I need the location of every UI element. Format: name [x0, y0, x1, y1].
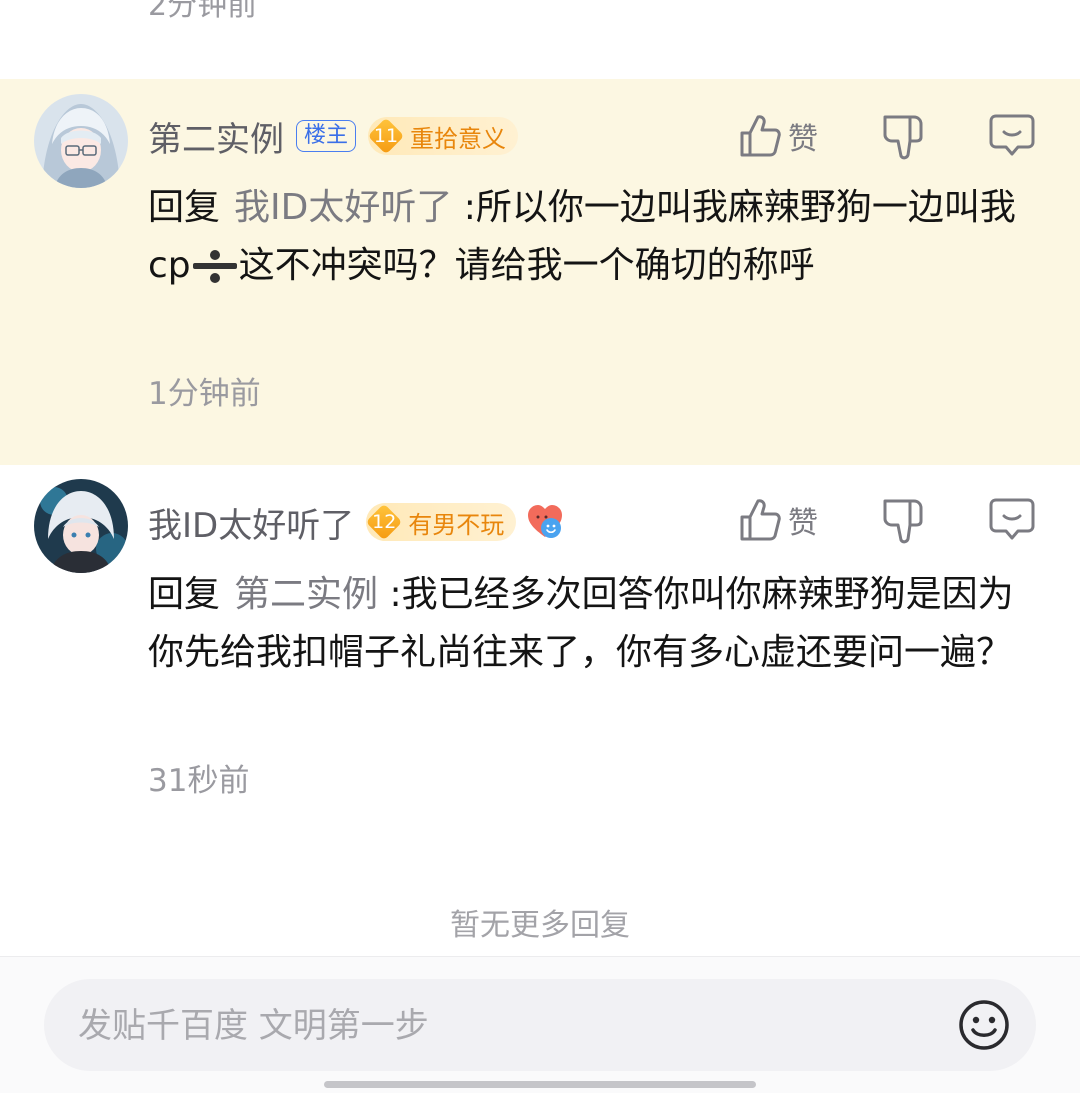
- level-gem-icon: 11: [368, 118, 404, 154]
- home-indicator: [324, 1081, 756, 1088]
- dislike-button[interactable]: [880, 495, 926, 545]
- comment-item: 我ID太好听了 12 有男不玩 赞 回复 第二实例:我已经多次回答你叫你麻辣野…: [0, 465, 1080, 885]
- comment-text-part: 这不冲突吗？请给我一个确切的称呼: [238, 245, 815, 286]
- comment-header: 第二实例 楼主 11 重拾意义: [148, 111, 519, 161]
- thumbs-up-icon: [740, 115, 781, 157]
- reply-prefix: 回复: [148, 574, 221, 615]
- owner-badge: 楼主: [296, 120, 357, 152]
- level-number: 11: [373, 125, 399, 147]
- comment-time: 31秒前: [148, 763, 250, 799]
- level-title: 重拾意义: [410, 124, 507, 153]
- division-sign-emoji: [191, 237, 239, 295]
- dislike-button[interactable]: [880, 111, 926, 161]
- like-label: 赞: [788, 506, 818, 541]
- previous-comment-time: 2分钟前: [148, 0, 258, 23]
- level-gem-icon: 12: [366, 504, 402, 540]
- comment-bubble-icon: [989, 498, 1035, 540]
- thumbs-up-icon: [740, 499, 781, 541]
- comment-text: 回复 第二实例 :我已经多次回答你叫你麻辣野狗是因为你先给我扣帽子礼尚往来了，你有…: [148, 566, 1048, 682]
- username[interactable]: 第二实例: [148, 112, 284, 161]
- no-more-replies: 暂无更多回复: [450, 908, 630, 943]
- comment-bubble-icon: [989, 114, 1035, 156]
- reply-input-container[interactable]: [44, 979, 1036, 1073]
- avatar[interactable]: [34, 479, 128, 573]
- comment-time: 1分钟前: [148, 376, 261, 412]
- level-title: 有男不玩: [408, 510, 505, 539]
- reply-prefix: 回复: [148, 187, 221, 228]
- level-number: 12: [372, 511, 397, 533]
- comment-item: 第二实例 楼主 11 重拾意义 赞 回复 我ID太好听了 :所以你一边叫我麻辣野狗…: [0, 79, 1080, 465]
- reply-button[interactable]: [988, 111, 1036, 161]
- reply-input[interactable]: [76, 979, 940, 1073]
- level-badge: 12 有男不玩: [366, 503, 517, 541]
- level-badge: 11 重拾意义: [368, 117, 519, 155]
- comment-header: 我ID太好听了 12 有男不玩: [148, 497, 564, 547]
- reply-input-bar: [0, 956, 1080, 1093]
- avatar[interactable]: [34, 94, 128, 188]
- heart-smile-badge-icon: [528, 505, 563, 538]
- like-button[interactable]: 赞: [738, 111, 818, 161]
- reply-button[interactable]: [988, 495, 1036, 545]
- username[interactable]: 我ID太好听了: [148, 498, 354, 547]
- like-label: 赞: [788, 122, 818, 157]
- mention-link[interactable]: 我ID太好听了: [234, 187, 452, 228]
- comment-text: 回复 我ID太好听了 :所以你一边叫我麻辣野狗一边叫我cp 这不冲突吗？请给我一个确…: [148, 179, 1048, 295]
- thumbs-down-icon: [883, 115, 923, 160]
- emoji-smile-icon[interactable]: [958, 999, 1010, 1051]
- thumbs-down-icon: [883, 499, 923, 544]
- mention-link[interactable]: 第二实例: [234, 574, 378, 615]
- like-button[interactable]: 赞: [738, 495, 818, 545]
